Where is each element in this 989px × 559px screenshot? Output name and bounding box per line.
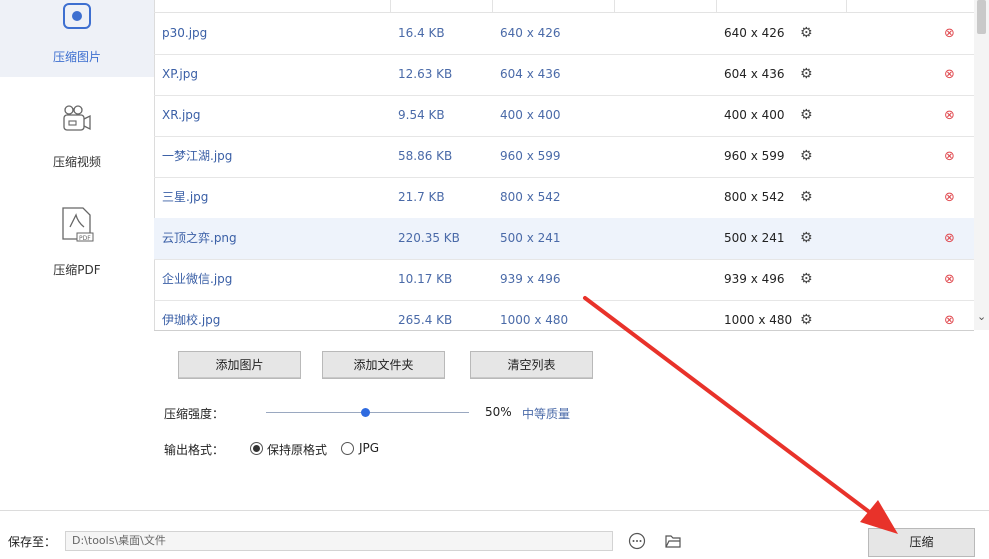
add-image-button[interactable]: 添加图片 [178,351,301,379]
file-size: 58.86 KB [398,149,453,163]
compression-slider-thumb[interactable] [361,408,370,417]
image-icon [63,3,91,29]
sidebar-item-label: 压缩PDF [53,263,101,277]
delete-icon[interactable]: ⊗ [944,54,955,95]
sidebar-item-compress-image[interactable]: 压缩图片 [0,0,154,77]
file-dimensions: 604 x 436 [500,67,561,81]
output-dimensions: 500 x 241 [724,231,785,245]
file-list: p30.jpg 16.4 KB 640 x 426 640 x 426 ⚙ ⊗ XP.jpg… [154,0,974,331]
gear-icon[interactable]: ⚙ [800,259,813,300]
table-row[interactable]: 云顶之弈.png 220.35 KB 500 x 241 500 x 241 ⚙ ⊗ [154,218,974,260]
gear-icon[interactable]: ⚙ [800,218,813,259]
sidebar-item-compress-pdf[interactable]: PDF 压缩PDF [0,205,154,285]
file-size: 265.4 KB [398,313,453,327]
output-dimensions: 400 x 400 [724,108,785,122]
file-name: 三星.jpg [162,190,209,204]
radio-keep-format-label: 保持原格式 [267,443,328,457]
table-row[interactable]: 一梦江湖.jpg 58.86 KB 960 x 599 960 x 599 ⚙ ⊗ [154,136,974,178]
add-folder-button[interactable]: 添加文件夹 [322,351,445,379]
file-size: 12.63 KB [398,67,453,81]
delete-icon[interactable]: ⊗ [944,218,955,259]
file-dimensions: 960 x 599 [500,149,561,163]
file-name: 伊珈校.jpg [162,313,221,327]
gear-icon[interactable]: ⚙ [800,136,813,177]
file-size: 10.17 KB [398,272,453,286]
more-options-icon[interactable] [628,532,646,550]
table-row[interactable]: 三星.jpg 21.7 KB 800 x 542 800 x 542 ⚙ ⊗ [154,177,974,219]
file-name: p30.jpg [162,26,208,40]
delete-icon[interactable]: ⊗ [944,300,955,330]
sidebar-item-label: 压缩视频 [52,155,101,169]
table-row[interactable]: 企业微信.jpg 10.17 KB 939 x 496 939 x 496 ⚙ ⊗ [154,259,974,301]
file-name: XR.jpg [162,108,201,122]
file-dimensions: 640 x 426 [500,26,561,40]
scrollbar-thumb[interactable] [977,0,986,34]
gear-icon[interactable]: ⚙ [800,54,813,95]
table-row[interactable]: 伊珈校.jpg 265.4 KB 1000 x 480 1000 x 480 ⚙ ⊗ [154,300,974,330]
settings-panel: 添加图片 添加文件夹 清空列表 压缩强度： 50% 中等质量 输出格式： 保持原… [154,331,989,510]
file-name: 一梦江湖.jpg [162,149,233,163]
table-row[interactable]: p30.jpg 16.4 KB 640 x 426 640 x 426 ⚙ ⊗ [154,13,974,55]
gear-icon[interactable]: ⚙ [800,177,813,218]
clear-list-button[interactable]: 清空列表 [470,351,593,379]
gear-icon[interactable]: ⚙ [800,13,813,54]
file-dimensions: 400 x 400 [500,108,561,122]
file-size: 16.4 KB [398,26,445,40]
radio-jpg-label: JPG [359,441,380,455]
table-row[interactable]: XP.jpg 12.63 KB 604 x 436 604 x 436 ⚙ ⊗ [154,54,974,96]
sidebar: 压缩图片 压缩视频 PDF 压缩PDF [0,0,155,510]
video-camera-icon [63,105,91,131]
pdf-file-icon: PDF [62,207,94,242]
delete-icon[interactable]: ⊗ [944,259,955,300]
compression-value: 50% [485,405,512,419]
footer: 保存至： 压缩 [0,510,989,559]
output-dimensions: 800 x 542 [724,190,785,204]
gear-icon[interactable]: ⚙ [800,300,813,330]
table-row[interactable]: XR.jpg 9.54 KB 400 x 400 400 x 400 ⚙ ⊗ [154,95,974,137]
save-to-label: 保存至： [8,535,57,549]
delete-icon[interactable]: ⊗ [944,136,955,177]
file-size: 21.7 KB [398,190,445,204]
file-size: 220.35 KB [398,231,460,245]
output-dimensions: 1000 x 480 [724,313,793,327]
output-dimensions: 640 x 426 [724,26,785,40]
compression-quality: 中等质量 [522,407,571,421]
output-dimensions: 960 x 599 [724,149,785,163]
save-path-input[interactable] [65,531,613,551]
radio-jpg[interactable] [341,442,354,455]
file-dimensions: 1000 x 480 [500,313,569,327]
file-dimensions: 939 x 496 [500,272,561,286]
gear-icon[interactable]: ⚙ [800,95,813,136]
output-format-label: 输出格式： [164,443,225,457]
delete-icon[interactable]: ⊗ [944,95,955,136]
table-header [154,0,974,13]
output-dimensions: 939 x 496 [724,272,785,286]
file-list-scrollbar[interactable]: ⌄ [974,0,989,330]
sidebar-item-label: 压缩图片 [52,50,101,64]
delete-icon[interactable]: ⊗ [944,177,955,218]
file-dimensions: 500 x 241 [500,231,561,245]
file-dimensions: 800 x 542 [500,190,561,204]
file-name: XP.jpg [162,67,198,81]
file-name: 企业微信.jpg [162,272,233,286]
file-size: 9.54 KB [398,108,445,122]
folder-icon[interactable] [664,532,682,550]
delete-icon[interactable]: ⊗ [944,13,955,54]
radio-keep-format[interactable] [250,442,263,455]
file-name: 云顶之弈.png [162,231,237,245]
svg-text:PDF: PDF [79,235,91,242]
compression-strength-label: 压缩强度： [164,407,225,421]
chevron-down-icon[interactable]: ⌄ [977,310,986,323]
sidebar-item-compress-video[interactable]: 压缩视频 [0,103,154,178]
compress-button[interactable]: 压缩 [868,528,975,557]
output-dimensions: 604 x 436 [724,67,785,81]
